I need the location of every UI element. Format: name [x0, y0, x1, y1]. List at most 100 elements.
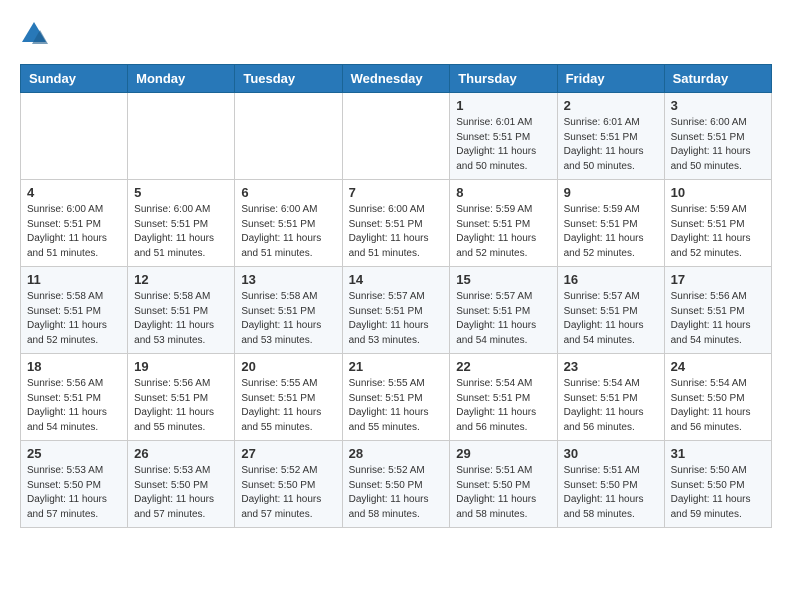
calendar-cell: 17 Sunrise: 5:56 AMSunset: 5:51 PMDayligh…	[664, 267, 771, 354]
day-number: 21	[349, 359, 444, 374]
day-number: 30	[564, 446, 658, 461]
day-number: 5	[134, 185, 228, 200]
day-header-tuesday: Tuesday	[235, 65, 342, 93]
calendar-cell	[342, 93, 450, 180]
calendar-cell: 29 Sunrise: 5:51 AMSunset: 5:50 PMDayligh…	[450, 441, 557, 528]
header-row: SundayMondayTuesdayWednesdayThursdayFrid…	[21, 65, 772, 93]
day-number: 11	[27, 272, 121, 287]
calendar-cell: 10 Sunrise: 5:59 AMSunset: 5:51 PMDayligh…	[664, 180, 771, 267]
calendar-cell: 8 Sunrise: 5:59 AMSunset: 5:51 PMDaylight…	[450, 180, 557, 267]
calendar-cell: 6 Sunrise: 6:00 AMSunset: 5:51 PMDaylight…	[235, 180, 342, 267]
cell-content: Sunrise: 5:51 AMSunset: 5:50 PMDaylight:…	[456, 464, 550, 522]
calendar-cell: 14 Sunrise: 5:57 AMSunset: 5:51 PMDayligh…	[342, 267, 450, 354]
cell-content: Sunrise: 5:54 AMSunset: 5:51 PMDaylight:…	[456, 377, 550, 435]
day-number: 19	[134, 359, 228, 374]
day-number: 4	[27, 185, 121, 200]
calendar-cell: 25 Sunrise: 5:53 AMSunset: 5:50 PMDayligh…	[21, 441, 128, 528]
cell-content: Sunrise: 5:59 AMSunset: 5:51 PMDaylight:…	[671, 203, 765, 261]
day-number: 26	[134, 446, 228, 461]
day-number: 29	[456, 446, 550, 461]
week-row-5: 25 Sunrise: 5:53 AMSunset: 5:50 PMDayligh…	[21, 441, 772, 528]
cell-content: Sunrise: 5:57 AMSunset: 5:51 PMDaylight:…	[456, 290, 550, 348]
cell-content: Sunrise: 6:00 AMSunset: 5:51 PMDaylight:…	[671, 116, 765, 174]
calendar-cell: 31 Sunrise: 5:50 AMSunset: 5:50 PMDayligh…	[664, 441, 771, 528]
calendar-header: SundayMondayTuesdayWednesdayThursdayFrid…	[21, 65, 772, 93]
calendar-cell: 16 Sunrise: 5:57 AMSunset: 5:51 PMDayligh…	[557, 267, 664, 354]
cell-content: Sunrise: 6:00 AMSunset: 5:51 PMDaylight:…	[27, 203, 121, 261]
day-number: 15	[456, 272, 550, 287]
cell-content: Sunrise: 5:54 AMSunset: 5:51 PMDaylight:…	[564, 377, 658, 435]
day-number: 6	[241, 185, 335, 200]
calendar-cell	[128, 93, 235, 180]
calendar-cell: 9 Sunrise: 5:59 AMSunset: 5:51 PMDaylight…	[557, 180, 664, 267]
page-header	[20, 20, 772, 48]
calendar-cell: 21 Sunrise: 5:55 AMSunset: 5:51 PMDayligh…	[342, 354, 450, 441]
cell-content: Sunrise: 6:00 AMSunset: 5:51 PMDaylight:…	[349, 203, 444, 261]
day-number: 14	[349, 272, 444, 287]
calendar-cell: 1 Sunrise: 6:01 AMSunset: 5:51 PMDaylight…	[450, 93, 557, 180]
cell-content: Sunrise: 5:56 AMSunset: 5:51 PMDaylight:…	[134, 377, 228, 435]
calendar-cell: 11 Sunrise: 5:58 AMSunset: 5:51 PMDayligh…	[21, 267, 128, 354]
day-number: 20	[241, 359, 335, 374]
day-number: 3	[671, 98, 765, 113]
day-header-thursday: Thursday	[450, 65, 557, 93]
calendar-cell	[21, 93, 128, 180]
day-number: 31	[671, 446, 765, 461]
day-header-monday: Monday	[128, 65, 235, 93]
day-number: 25	[27, 446, 121, 461]
cell-content: Sunrise: 6:01 AMSunset: 5:51 PMDaylight:…	[456, 116, 550, 174]
week-row-2: 4 Sunrise: 6:00 AMSunset: 5:51 PMDaylight…	[21, 180, 772, 267]
day-number: 16	[564, 272, 658, 287]
calendar-cell: 26 Sunrise: 5:53 AMSunset: 5:50 PMDayligh…	[128, 441, 235, 528]
cell-content: Sunrise: 5:59 AMSunset: 5:51 PMDaylight:…	[456, 203, 550, 261]
calendar-cell: 15 Sunrise: 5:57 AMSunset: 5:51 PMDayligh…	[450, 267, 557, 354]
cell-content: Sunrise: 5:55 AMSunset: 5:51 PMDaylight:…	[349, 377, 444, 435]
logo	[20, 20, 52, 48]
calendar-table: SundayMondayTuesdayWednesdayThursdayFrid…	[20, 64, 772, 528]
cell-content: Sunrise: 5:57 AMSunset: 5:51 PMDaylight:…	[564, 290, 658, 348]
day-number: 9	[564, 185, 658, 200]
day-number: 13	[241, 272, 335, 287]
cell-content: Sunrise: 5:57 AMSunset: 5:51 PMDaylight:…	[349, 290, 444, 348]
cell-content: Sunrise: 5:58 AMSunset: 5:51 PMDaylight:…	[27, 290, 121, 348]
logo-icon	[20, 20, 48, 48]
cell-content: Sunrise: 5:58 AMSunset: 5:51 PMDaylight:…	[241, 290, 335, 348]
calendar-cell: 30Sunrise: 5:51 AMSunset: 5:50 PMDayligh…	[557, 441, 664, 528]
day-number: 22	[456, 359, 550, 374]
cell-content: Sunrise: 5:52 AMSunset: 5:50 PMDaylight:…	[241, 464, 335, 522]
week-row-3: 11 Sunrise: 5:58 AMSunset: 5:51 PMDayligh…	[21, 267, 772, 354]
day-header-sunday: Sunday	[21, 65, 128, 93]
day-number: 7	[349, 185, 444, 200]
calendar-cell: 23Sunrise: 5:54 AMSunset: 5:51 PMDayligh…	[557, 354, 664, 441]
calendar-cell	[235, 93, 342, 180]
cell-content: Sunrise: 5:53 AMSunset: 5:50 PMDaylight:…	[134, 464, 228, 522]
calendar-cell: 18Sunrise: 5:56 AMSunset: 5:51 PMDayligh…	[21, 354, 128, 441]
day-number: 17	[671, 272, 765, 287]
day-number: 1	[456, 98, 550, 113]
cell-content: Sunrise: 5:58 AMSunset: 5:51 PMDaylight:…	[134, 290, 228, 348]
day-number: 28	[349, 446, 444, 461]
calendar-cell: 5Sunrise: 6:00 AMSunset: 5:51 PMDaylight…	[128, 180, 235, 267]
calendar-cell: 28 Sunrise: 5:52 AMSunset: 5:50 PMDayligh…	[342, 441, 450, 528]
cell-content: Sunrise: 5:52 AMSunset: 5:50 PMDaylight:…	[349, 464, 444, 522]
day-number: 27	[241, 446, 335, 461]
cell-content: Sunrise: 5:56 AMSunset: 5:51 PMDaylight:…	[27, 377, 121, 435]
cell-content: Sunrise: 5:50 AMSunset: 5:50 PMDaylight:…	[671, 464, 765, 522]
cell-content: Sunrise: 5:59 AMSunset: 5:51 PMDaylight:…	[564, 203, 658, 261]
week-row-4: 18Sunrise: 5:56 AMSunset: 5:51 PMDayligh…	[21, 354, 772, 441]
calendar-cell: 24Sunrise: 5:54 AMSunset: 5:50 PMDayligh…	[664, 354, 771, 441]
cell-content: Sunrise: 5:56 AMSunset: 5:51 PMDaylight:…	[671, 290, 765, 348]
cell-content: Sunrise: 6:01 AMSunset: 5:51 PMDaylight:…	[564, 116, 658, 174]
calendar-cell: 13 Sunrise: 5:58 AMSunset: 5:51 PMDayligh…	[235, 267, 342, 354]
calendar-cell: 22 Sunrise: 5:54 AMSunset: 5:51 PMDayligh…	[450, 354, 557, 441]
cell-content: Sunrise: 6:00 AMSunset: 5:51 PMDaylight:…	[241, 203, 335, 261]
calendar-cell: 3 Sunrise: 6:00 AMSunset: 5:51 PMDaylight…	[664, 93, 771, 180]
day-number: 8	[456, 185, 550, 200]
calendar-cell: 2Sunrise: 6:01 AMSunset: 5:51 PMDaylight…	[557, 93, 664, 180]
cell-content: Sunrise: 5:53 AMSunset: 5:50 PMDaylight:…	[27, 464, 121, 522]
day-header-wednesday: Wednesday	[342, 65, 450, 93]
day-header-saturday: Saturday	[664, 65, 771, 93]
day-number: 10	[671, 185, 765, 200]
calendar-cell: 20Sunrise: 5:55 AMSunset: 5:51 PMDayligh…	[235, 354, 342, 441]
week-row-1: 1 Sunrise: 6:01 AMSunset: 5:51 PMDaylight…	[21, 93, 772, 180]
